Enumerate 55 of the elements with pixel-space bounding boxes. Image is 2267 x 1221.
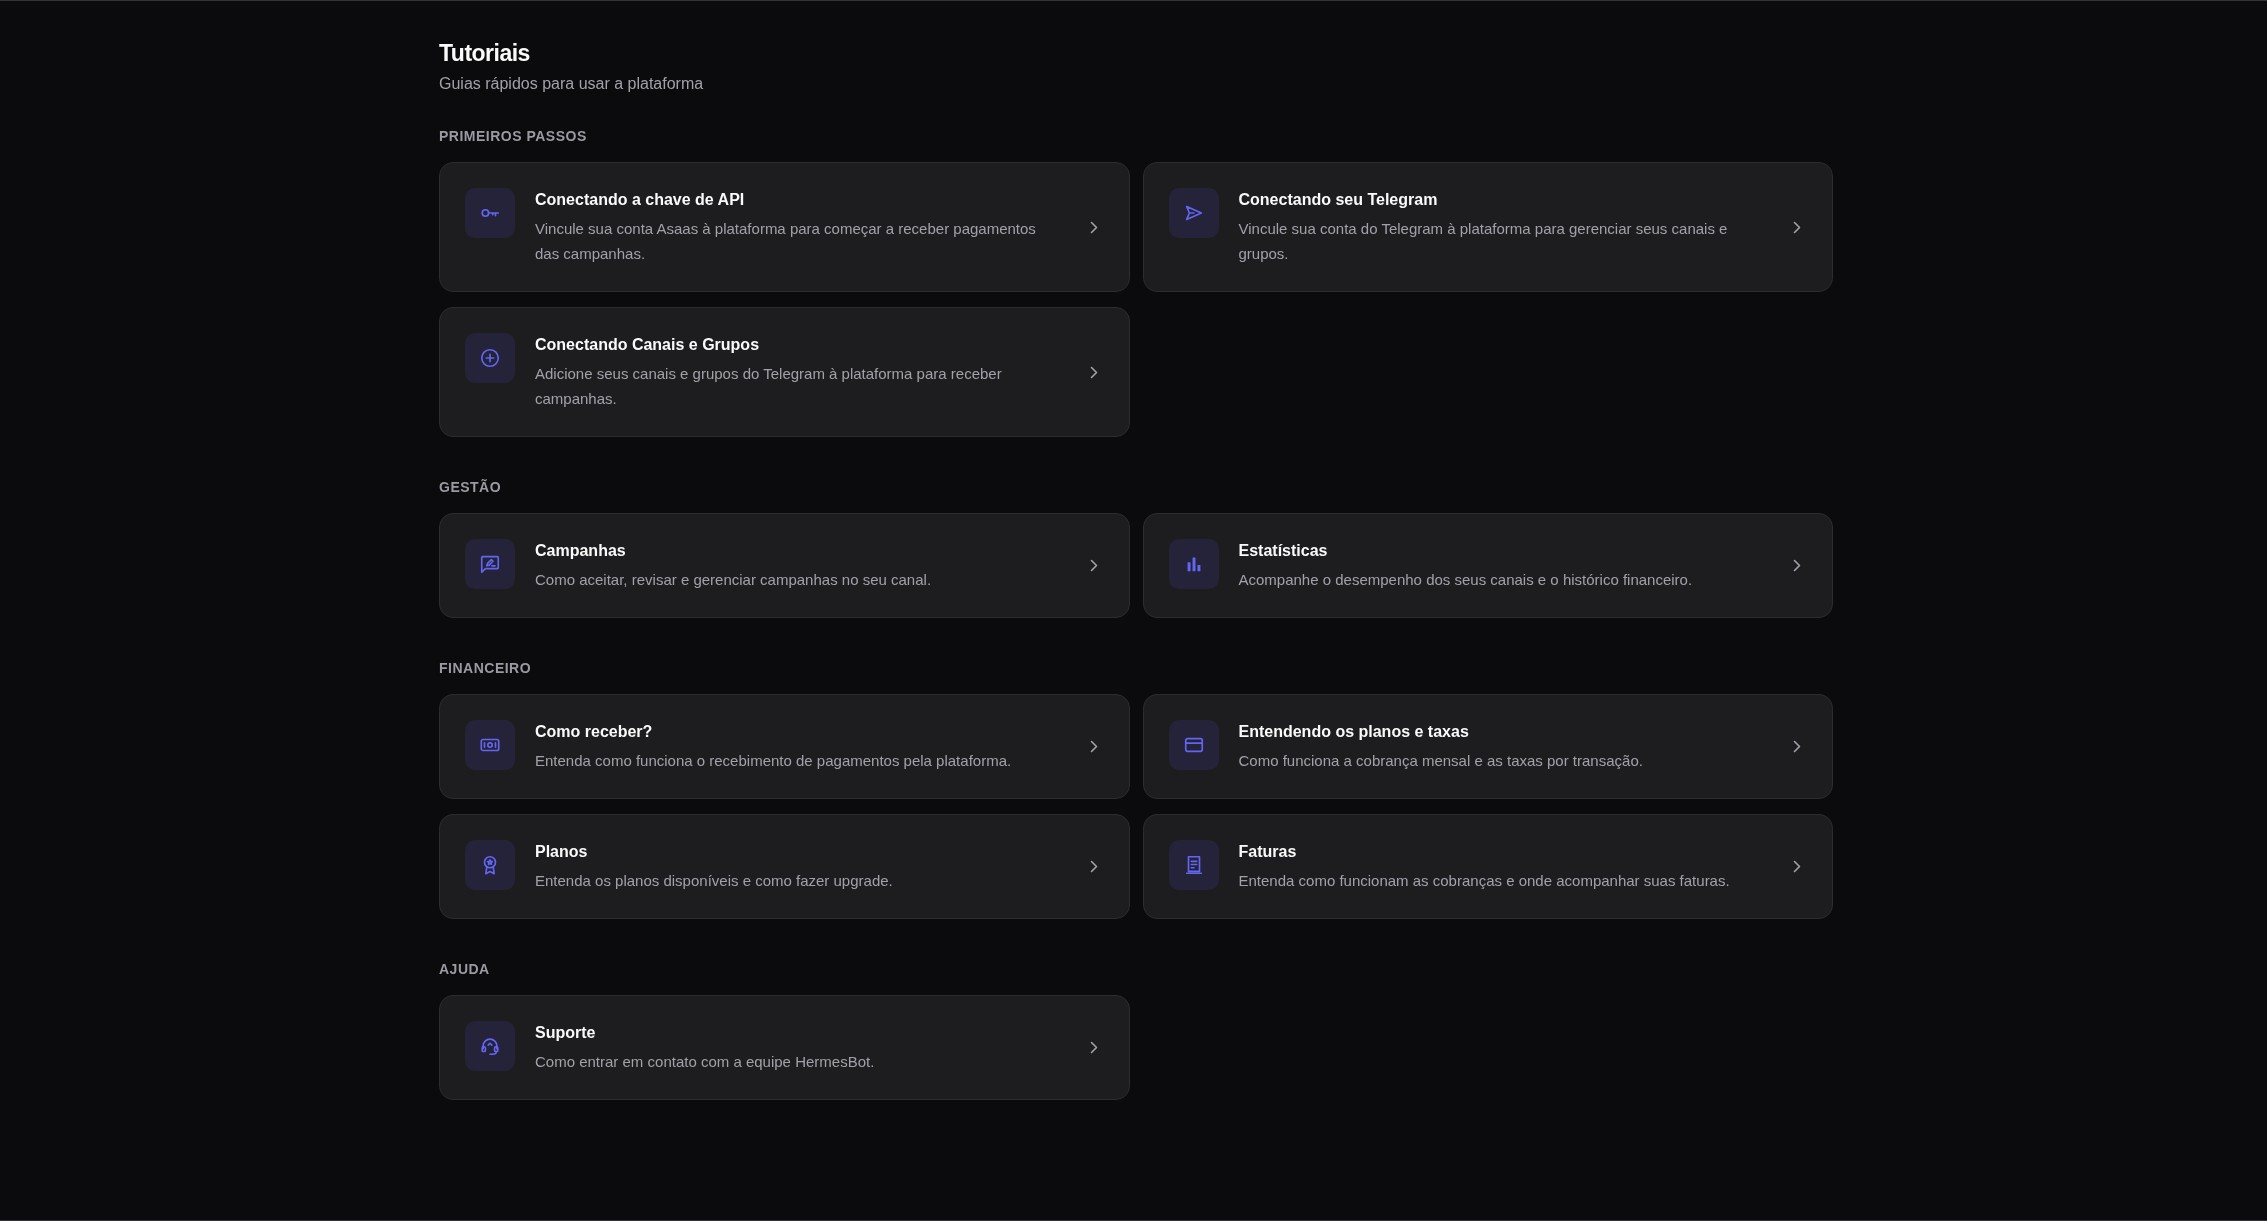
chevron-right-icon	[1793, 740, 1801, 753]
chevron-right-icon	[1793, 220, 1801, 234]
tutorial-description: Vincule sua conta Asaas à plataforma para começar a receber pagamentos das campanhas.	[535, 219, 1037, 264]
tutorial-card[interactable]: Faturas Entenda como funcionam as cobranças e onde acompanhar suas faturas.	[1142, 814, 1833, 919]
chevron-right-icon	[1089, 1041, 1098, 1054]
tutorial-description: Entenda os planos disponíveis e como fazer upgrade.	[535, 871, 893, 891]
message-edit-icon	[465, 539, 515, 589]
tutorial-title: Planos	[535, 842, 588, 862]
chevron-right-icon	[1089, 559, 1098, 572]
chevron-right-icon	[1089, 860, 1098, 873]
send-icon	[1168, 188, 1219, 238]
bar-chart-icon	[1168, 539, 1219, 589]
tutorial-card[interactable]: Estatísticas Acompanhe o desempenho dos seus canais e o histórico financeiro.	[1142, 513, 1833, 618]
tutorial-title: Conectando Canais e Grupos	[535, 335, 760, 355]
tutorial-description: Entenda como funcionam as cobranças e onde acompanhar suas faturas.	[1238, 871, 1730, 891]
chevron-right-icon	[1089, 365, 1098, 379]
section-heading: FINANCEIRO	[439, 659, 532, 678]
chevron-right-icon	[1793, 559, 1801, 572]
tutorial-card[interactable]: Conectando Canais e Grupos Adicione seus canais e grupos do Telegram à plataforma para receber campanhas.	[439, 307, 1130, 437]
tutorial-card[interactable]: Campanhas Como aceitar, revisar e gerenciar campanhas no seu canal.	[439, 513, 1130, 618]
tutorial-title: Faturas	[1238, 842, 1297, 862]
tutorial-title: Entendendo os planos e taxas	[1238, 722, 1469, 742]
tutorial-card[interactable]: Planos Entenda os planos disponíveis e como fazer upgrade.	[439, 814, 1130, 919]
key-icon	[465, 188, 515, 238]
tutorial-description: Como funciona a cobrança mensal e as taxas por transação.	[1238, 751, 1643, 771]
tutorial-description: Entenda como funciona o recebimento de pagamentos pela plataforma.	[535, 751, 1012, 771]
section-heading: AJUDA	[439, 960, 490, 979]
page-title: Tutoriais	[439, 39, 530, 68]
tutorial-card[interactable]: Suporte Como entrar em contato com a equipe HermesBot.	[439, 995, 1130, 1100]
tutorial-description: Como aceitar, revisar e gerenciar campanhas no seu canal.	[535, 570, 932, 590]
section-heading: PRIMEIROS PASSOS	[439, 127, 587, 146]
tutorial-card[interactable]: Entendendo os planos e taxas Como funciona a cobrança mensal e as taxas por transação.	[1142, 694, 1833, 799]
tutorial-description: Vincule sua conta do Telegram à plataforma para gerenciar seus canais e grupos.	[1238, 219, 1729, 264]
section-heading: GESTÃO	[439, 478, 502, 497]
chevron-right-icon	[1793, 860, 1801, 873]
tutorial-description: Como entrar em contato com a equipe HermesBot.	[535, 1052, 875, 1072]
tutorial-description: Adicione seus canais e grupos do Telegram à plataforma para receber campanhas.	[535, 364, 1003, 409]
tutorial-title: Conectando seu Telegram	[1238, 190, 1438, 210]
credit-card-icon	[1168, 720, 1219, 770]
headset-icon	[465, 1021, 515, 1071]
tutorial-card[interactable]: Conectando seu Telegram Vincule sua conta do Telegram à plataforma para gerenciar seus canais e grupos.	[1142, 162, 1833, 292]
chevron-right-icon	[1089, 740, 1098, 753]
banknote-icon	[465, 720, 515, 770]
tutorial-title: Como receber?	[535, 722, 653, 742]
award-icon	[465, 840, 515, 890]
tutorial-title: Estatísticas	[1238, 541, 1328, 561]
document-icon	[1168, 840, 1219, 890]
tutorial-title: Campanhas	[535, 541, 626, 561]
tutorial-title: Suporte	[535, 1023, 596, 1043]
tutorial-title: Conectando a chave de API	[535, 190, 745, 210]
chevron-right-icon	[1089, 220, 1098, 234]
tutorial-description: Acompanhe o desempenho dos seus canais e o histórico financeiro.	[1238, 570, 1693, 590]
tutorial-card[interactable]: Como receber? Entenda como funciona o recebimento de pagamentos pela plataforma.	[439, 694, 1130, 799]
tutorial-card[interactable]: Conectando a chave de API Vincule sua conta Asaas à plataforma para começar a receber pagamentos das campanhas.	[439, 162, 1130, 292]
page-subtitle: Guias rápidos para usar a plataforma	[439, 74, 704, 94]
